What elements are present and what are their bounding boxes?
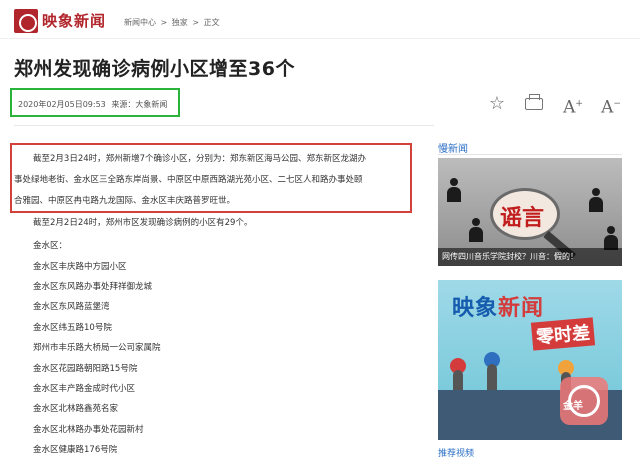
community-item: 金水区丰产路金成时代小区 [33, 384, 136, 394]
sidebar-section-title[interactable]: 慢新闻 [438, 140, 468, 155]
site-logo-text[interactable]: 映象新闻 [42, 10, 106, 31]
community-item: 金水区北林路鑫苑名家 [33, 404, 119, 414]
rumor-word: 谣言 [500, 205, 545, 231]
breadcrumb-current: 正文 [203, 18, 220, 27]
breadcrumb-separator: > [192, 18, 200, 27]
article-datetime: 2020年02月05日09:53 [18, 100, 106, 109]
silhouette-figure [468, 218, 484, 242]
community-item: 金水区北林路办事处花园新村 [33, 425, 144, 435]
breadcrumb-news-center[interactable]: 新闻中心 [124, 18, 156, 27]
font-decrease-icon[interactable]: A− [600, 94, 622, 118]
sidebar-divider [438, 154, 622, 155]
article-title: 郑州发现确诊病例小区增至36个 [14, 58, 295, 80]
district-heading: 金水区： [33, 241, 68, 251]
community-item: 金水区花园路朝阳路15号院 [33, 364, 138, 374]
silhouette-figure [446, 178, 462, 202]
print-icon[interactable] [523, 94, 545, 114]
highlight-paragraph-line: 合雅园、中原区冉屯路九龙国际、金水区丰庆路普罗旺世。 [14, 196, 236, 206]
breadcrumb-separator: > [160, 18, 168, 27]
watermark-text: 金羊 [563, 401, 583, 412]
font-increase-icon[interactable]: A+ [562, 94, 584, 118]
community-item: 金水区丰庆路中方园小区 [33, 262, 127, 272]
community-item: 郑州市丰乐路大桥局一公司家属院 [33, 343, 161, 353]
highlight-paragraph-line: 事处绿地老街、金水区三全路东岸尚景、中原区中原西路湖光苑小区、二七区人和路办事处… [14, 175, 363, 185]
silhouette-figure [588, 188, 604, 212]
meta-divider [14, 125, 434, 126]
community-item: 金水区健康路176号院 [33, 445, 118, 455]
community-item: 金水区东风路办事处拜祥御龙城 [33, 282, 153, 292]
article-source: 来源：大象新闻 [111, 100, 168, 109]
recommended-video-title[interactable]: 推荐视频 [438, 446, 474, 459]
breadcrumb-exclusive[interactable]: 独家 [172, 18, 188, 27]
article-paragraph: 截至2月2日24时，郑州市区发现确诊病例的小区有29个。 [33, 218, 253, 228]
site-logo-icon[interactable] [14, 9, 38, 33]
rumor-card-caption[interactable]: 网传四川音乐学院封校？川音：假的！ [438, 248, 622, 266]
community-item: 金水区东风路蓝堡湾 [33, 302, 110, 312]
article-meta: 2020年02月05日09:53 来源：大象新闻 [18, 99, 170, 110]
card-brand-subtitle: 零时差 [530, 317, 596, 351]
header-divider [0, 38, 640, 39]
highlight-paragraph-line: 截至2月3日24时，郑州新增7个确诊小区，分别为：郑东新区海马公园、郑东新区龙湖… [33, 154, 367, 164]
favorite-star-icon[interactable]: ☆ [486, 94, 508, 114]
community-item: 金水区纬五路10号院 [33, 323, 112, 333]
rumor-news-card[interactable]: 谣言 网传四川音乐学院封校？川音：假的！ [438, 158, 622, 266]
card-brand-title: 映象新闻 [452, 296, 545, 321]
breadcrumb: 新闻中心 > 独家 > 正文 [124, 17, 222, 28]
silhouette-figure [603, 226, 619, 250]
